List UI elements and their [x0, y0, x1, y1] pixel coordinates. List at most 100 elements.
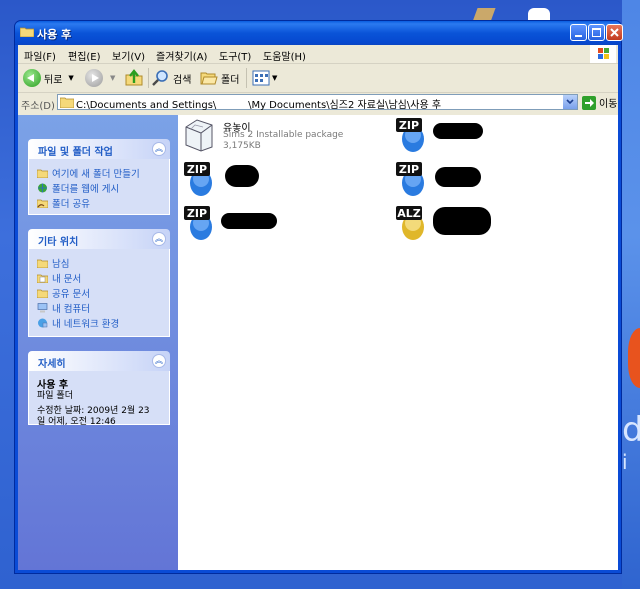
- redacted-filename: [225, 165, 259, 187]
- panel-header[interactable]: 자세히 ︽: [28, 351, 170, 371]
- toolbar-separator-2: [246, 68, 247, 88]
- title-bar[interactable]: 사용 후: [15, 21, 623, 45]
- file-size: 3,175KB: [223, 141, 261, 151]
- place-label: 내 문서: [52, 273, 82, 285]
- chevron-down-icon: [566, 99, 574, 105]
- address-bar: 주소(D) C:\Documents and Settings\ \My Doc…: [18, 93, 618, 113]
- address-input[interactable]: C:\Documents and Settings\ \My Documents…: [57, 94, 578, 111]
- back-dropdown-icon[interactable]: ▼: [68, 74, 73, 82]
- file-item[interactable]: ZIP: [395, 161, 595, 201]
- window-title: 사용 후: [37, 28, 72, 41]
- detail-modified-time: 일 어제, 오전 12:46: [37, 417, 116, 427]
- explorer-window: 사용 후 파일(F) 편집(E) 보기(V) 즐겨찾기(A) 도구(T) 도움말…: [14, 20, 623, 574]
- back-arrow-icon: [23, 69, 41, 87]
- collapse-icon[interactable]: ︽: [152, 142, 166, 156]
- redacted-filename: [221, 213, 277, 229]
- task-share-folder[interactable]: 폴더 공유: [37, 195, 161, 210]
- redacted-filename: [435, 167, 481, 187]
- place-my-computer[interactable]: 내 컴퓨터: [37, 300, 161, 315]
- search-icon: [152, 70, 168, 86]
- place-label: 내 컴퓨터: [52, 303, 90, 315]
- address-dropdown-button[interactable]: [563, 95, 577, 109]
- menu-file[interactable]: 파일(F): [24, 48, 56, 63]
- toolbar-separator: [148, 68, 149, 88]
- close-button[interactable]: [606, 24, 623, 41]
- folder-icon: [37, 259, 48, 268]
- window-client: 파일(F) 편집(E) 보기(V) 즐겨찾기(A) 도구(T) 도움말(H) 뒤…: [18, 45, 618, 570]
- panel-header[interactable]: 파일 및 폴더 작업 ︽: [28, 139, 170, 159]
- file-item[interactable]: 유놓이 Sims 2 Installable package 3,175KB: [183, 117, 383, 157]
- alz-icon: ALZ: [396, 206, 424, 240]
- task-label: 폴더 공유: [52, 198, 90, 210]
- back-label: 뒤로: [44, 74, 63, 86]
- globe-icon: [38, 183, 47, 192]
- task-label: 여기에 새 폴더 만들기: [52, 168, 140, 180]
- views-dropdown-icon: ▼: [272, 74, 278, 82]
- panel-body: 여기에 새 폴더 만들기 폴더를 웹에 게시 폴더 공유: [28, 159, 170, 215]
- svg-text:ALZ: ALZ: [397, 207, 421, 220]
- address-folder-icon: [60, 97, 74, 108]
- place-shared-documents[interactable]: 공유 문서: [37, 285, 161, 300]
- svg-text:ZIP: ZIP: [399, 163, 419, 176]
- forward-button[interactable]: ▼: [85, 67, 115, 89]
- redacted-filename: [433, 123, 483, 139]
- task-label: 폴더를 웹에 게시: [52, 183, 120, 195]
- desktop-text-fragment: d: [622, 410, 640, 450]
- task-pane: 파일 및 폴더 작업 ︽ 여기에 새 폴더 만들기 폴더를 웹에 게시 폴더 공…: [18, 115, 178, 570]
- redacted-filename: [433, 207, 491, 235]
- detail-modified-date: 수정한 날짜: 2009년 2월 23: [37, 406, 150, 416]
- file-item[interactable]: ZIP: [183, 205, 383, 245]
- other-places-panel: 기타 위치 ︽ 남심 내 문서 공유 문서 내 컴퓨터 내 네트워크 환경: [28, 229, 170, 337]
- shared-documents-icon: [37, 289, 48, 298]
- menu-view[interactable]: 보기(V): [112, 48, 145, 63]
- file-item[interactable]: ZIP: [183, 161, 383, 201]
- forward-dropdown-icon[interactable]: ▼: [110, 74, 115, 82]
- svg-text:ZIP: ZIP: [187, 163, 207, 176]
- place-namsim[interactable]: 남심: [37, 255, 161, 270]
- file-type: Sims 2 Installable package: [223, 130, 344, 140]
- minimize-button[interactable]: [570, 24, 587, 41]
- menu-help[interactable]: 도움말(H): [263, 48, 306, 63]
- forward-arrow-icon: [85, 69, 103, 87]
- search-label: 검색: [173, 74, 192, 86]
- collapse-icon[interactable]: ︽: [152, 354, 166, 368]
- panel-title: 자세히: [38, 359, 66, 370]
- menu-tools[interactable]: 도구(T): [219, 48, 251, 63]
- task-new-folder[interactable]: 여기에 새 폴더 만들기: [37, 165, 161, 180]
- windows-logo-icon: [590, 45, 616, 63]
- menu-favorites[interactable]: 즐겨찾기(A): [156, 48, 207, 63]
- views-icon: [252, 70, 270, 86]
- panel-header[interactable]: 기타 위치 ︽: [28, 229, 170, 249]
- folder-icon: [20, 27, 34, 37]
- go-arrow-icon: [582, 95, 596, 110]
- go-button[interactable]: 이동: [582, 95, 617, 110]
- file-list: 유놓이 Sims 2 Installable package 3,175KB Z…: [178, 115, 618, 570]
- file-item[interactable]: ALZ: [395, 205, 595, 245]
- task-publish-web[interactable]: 폴더를 웹에 게시: [37, 180, 161, 195]
- desktop-background: [622, 0, 640, 589]
- new-folder-icon: [37, 169, 48, 178]
- address-label: 주소(D): [21, 101, 55, 112]
- place-network[interactable]: 내 네트워크 환경: [37, 315, 161, 330]
- desktop-text-fragment-2: i: [622, 450, 628, 474]
- place-my-documents[interactable]: 내 문서: [37, 270, 161, 285]
- collapse-icon[interactable]: ︽: [152, 232, 166, 246]
- desktop-logo-fragment: [628, 328, 640, 388]
- detail-folder-type: 파일 폴더: [37, 391, 73, 401]
- my-documents-icon: [37, 274, 48, 283]
- toolbar: 뒤로 ▼ ▼ 검색 폴더 ▼: [18, 64, 618, 93]
- views-button[interactable]: ▼: [252, 67, 277, 89]
- computer-icon: [37, 302, 48, 312]
- back-button[interactable]: 뒤로 ▼: [23, 67, 74, 89]
- menu-edit[interactable]: 편집(E): [68, 48, 101, 63]
- search-button[interactable]: 검색: [152, 67, 191, 89]
- zip-icon: ZIP: [396, 118, 424, 152]
- address-value: C:\Documents and Settings\ \My Documents…: [76, 100, 442, 111]
- maximize-button[interactable]: [588, 24, 605, 41]
- up-folder-button[interactable]: [125, 67, 143, 89]
- panel-title: 기타 위치: [38, 237, 79, 248]
- folders-button[interactable]: 폴더: [200, 67, 239, 89]
- sims-package-icon: [185, 119, 213, 152]
- file-item[interactable]: ZIP: [395, 117, 595, 157]
- menu-bar: 파일(F) 편집(E) 보기(V) 즐겨찾기(A) 도구(T) 도움말(H): [18, 45, 618, 64]
